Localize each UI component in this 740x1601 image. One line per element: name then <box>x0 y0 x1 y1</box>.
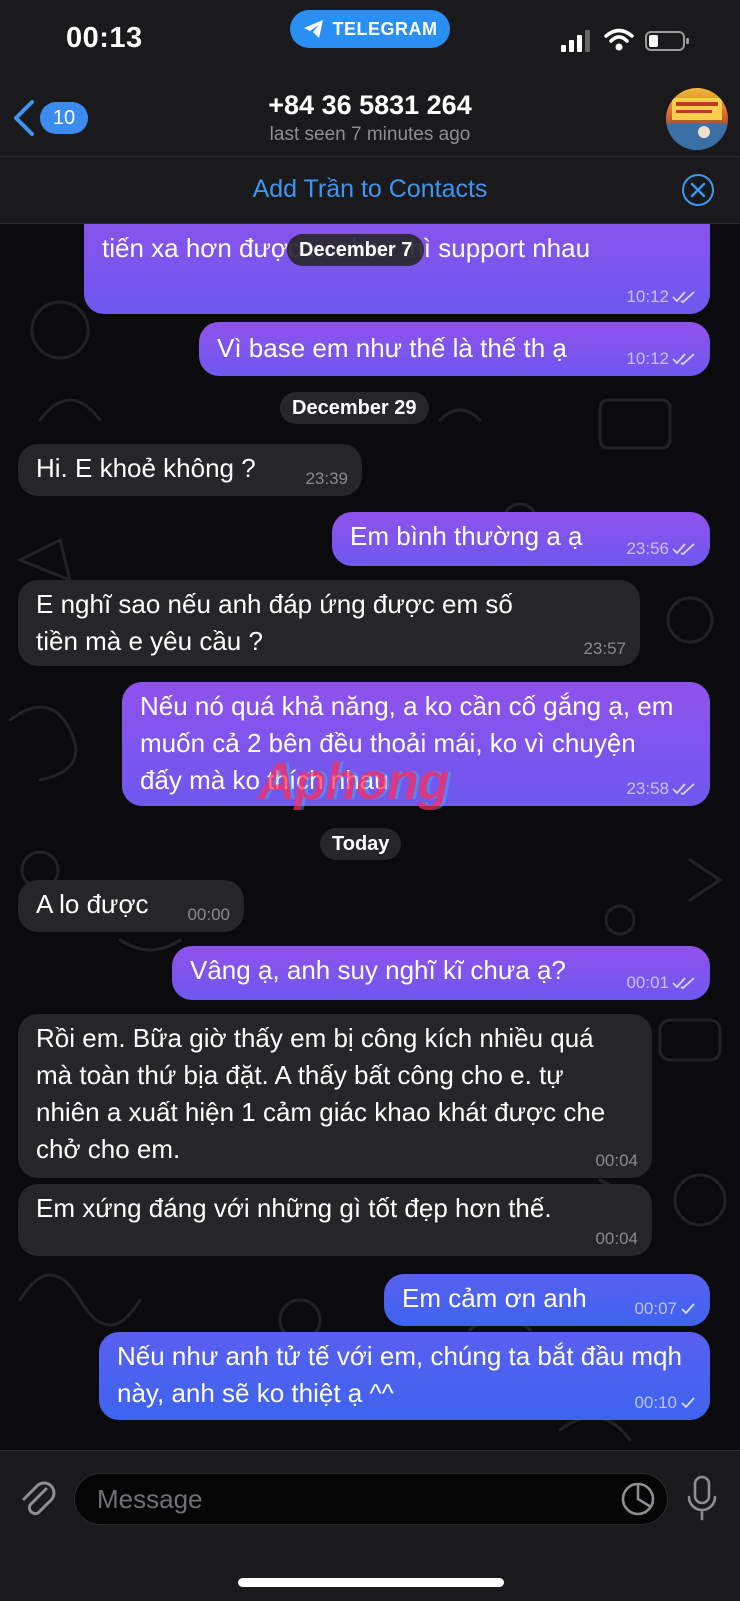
message-meta: 23:56 <box>626 540 696 558</box>
message-time: 00:10 <box>634 1393 677 1412</box>
microphone-icon[interactable] <box>686 1475 718 1523</box>
message-in[interactable]: E nghĩ sao nếu anh đáp ứng được em số ti… <box>18 580 640 666</box>
telegram-pill[interactable]: TELEGRAM <box>290 10 450 48</box>
message-text: Vì base em như thế là thế th ạ <box>217 333 567 363</box>
dismiss-add-contact-button[interactable] <box>682 174 714 206</box>
message-meta: 00:01 <box>626 974 696 992</box>
message-meta: 23:39 <box>305 470 348 488</box>
message-meta: 23:57 <box>583 640 626 658</box>
single-check-icon <box>681 1303 695 1315</box>
message-text: Em bình thường a ạ <box>350 521 583 551</box>
home-indicator[interactable] <box>238 1578 504 1587</box>
watermark-logo: Aphong <box>258 753 449 811</box>
message-text: Nếu như anh tử tế với em, chúng ta bắt đ… <box>117 1341 682 1408</box>
telegram-plane-icon <box>303 20 323 38</box>
wifi-icon <box>604 28 634 51</box>
status-time: 00:13 <box>66 22 143 54</box>
message-time: 00:07 <box>634 1299 677 1318</box>
battery-icon <box>645 31 689 51</box>
message-time: 00:00 <box>187 905 230 924</box>
double-check-icon <box>672 783 695 796</box>
telegram-pill-label: TELEGRAM <box>332 18 438 39</box>
message-time: 23:58 <box>626 779 669 798</box>
last-seen-status: last seen 7 minutes ago <box>269 124 471 145</box>
date-separator: Today <box>320 828 402 860</box>
message-text: E nghĩ sao nếu anh đáp ứng được em số ti… <box>36 589 513 656</box>
message-time: 23:57 <box>583 639 626 658</box>
double-check-icon <box>672 543 695 556</box>
message-out[interactable]: Nếu như anh tử tế với em, chúng ta bắt đ… <box>99 1332 710 1420</box>
message-time: 23:39 <box>305 469 348 488</box>
message-time: 00:04 <box>595 1151 638 1170</box>
signal-icon <box>561 30 590 52</box>
message-text: Em cảm ơn anh <box>402 1283 587 1313</box>
message-meta: 00:10 <box>634 1394 696 1412</box>
add-contact-bar: Add Trần to Contacts <box>0 157 740 224</box>
message-time: 00:04 <box>595 1229 638 1248</box>
double-check-icon <box>672 977 695 990</box>
single-check-icon <box>681 1397 695 1409</box>
message-out[interactable]: Em bình thường a ạ 23:56 <box>332 512 710 566</box>
date-separator: December 7 <box>287 234 425 266</box>
message-text: Rồi em. Bữa giờ thấy em bị công kích nhi… <box>36 1023 606 1164</box>
avatar-image <box>666 98 728 150</box>
message-out[interactable]: Vâng ạ, anh suy nghĩ kĩ chưa ạ? 00:01 <box>172 946 710 1000</box>
close-icon <box>690 182 706 198</box>
chat-header: 10 +84 36 5831 264 last seen 7 minutes a… <box>0 84 740 157</box>
message-time: 00:01 <box>626 973 669 992</box>
message-meta: 10:12 <box>626 350 696 368</box>
paperclip-icon[interactable] <box>16 1477 60 1521</box>
message-in[interactable]: A lo được 00:00 <box>18 880 244 932</box>
status-bar: 00:13 TELEGRAM <box>0 0 740 84</box>
add-to-contacts-link[interactable]: Add Trần to Contacts <box>0 175 740 204</box>
message-in[interactable]: Rồi em. Bữa giờ thấy em bị công kích nhi… <box>18 1014 652 1178</box>
chat-title[interactable]: +84 36 5831 264 <box>0 90 740 121</box>
double-check-icon <box>672 353 695 366</box>
avatar[interactable] <box>666 88 728 150</box>
message-meta: 10:12 <box>626 288 696 306</box>
message-in[interactable]: Em xứng đáng với những gì tốt đẹp hơn th… <box>18 1184 652 1256</box>
message-meta: 00:00 <box>187 906 230 924</box>
message-in[interactable]: Hi. E khoẻ không ? 23:39 <box>18 444 362 496</box>
message-meta: 00:04 <box>595 1230 638 1248</box>
message-text: Vâng ạ, anh suy nghĩ kĩ chưa ạ? <box>190 955 566 985</box>
message-text: A lo được <box>36 889 149 919</box>
message-out[interactable]: Vì base em như thế là thế th ạ 10:12 <box>199 322 710 376</box>
message-text: Hi. E khoẻ không ? <box>36 453 256 483</box>
message-input[interactable]: Message <box>74 1473 668 1525</box>
message-text: Em xứng đáng với những gì tốt đẹp hơn th… <box>36 1193 552 1223</box>
message-time: 10:12 <box>626 349 669 368</box>
sticker-icon[interactable] <box>620 1481 656 1517</box>
message-meta: 23:58 <box>626 780 696 798</box>
message-meta: 00:04 <box>595 1152 638 1170</box>
message-meta: 00:07 <box>634 1300 696 1318</box>
message-out[interactable]: Em cảm ơn anh 00:07 <box>384 1274 710 1326</box>
date-separator: December 29 <box>280 392 429 424</box>
double-check-icon <box>672 291 695 304</box>
message-time: 10:12 <box>626 287 669 306</box>
message-time: 23:56 <box>626 539 669 558</box>
